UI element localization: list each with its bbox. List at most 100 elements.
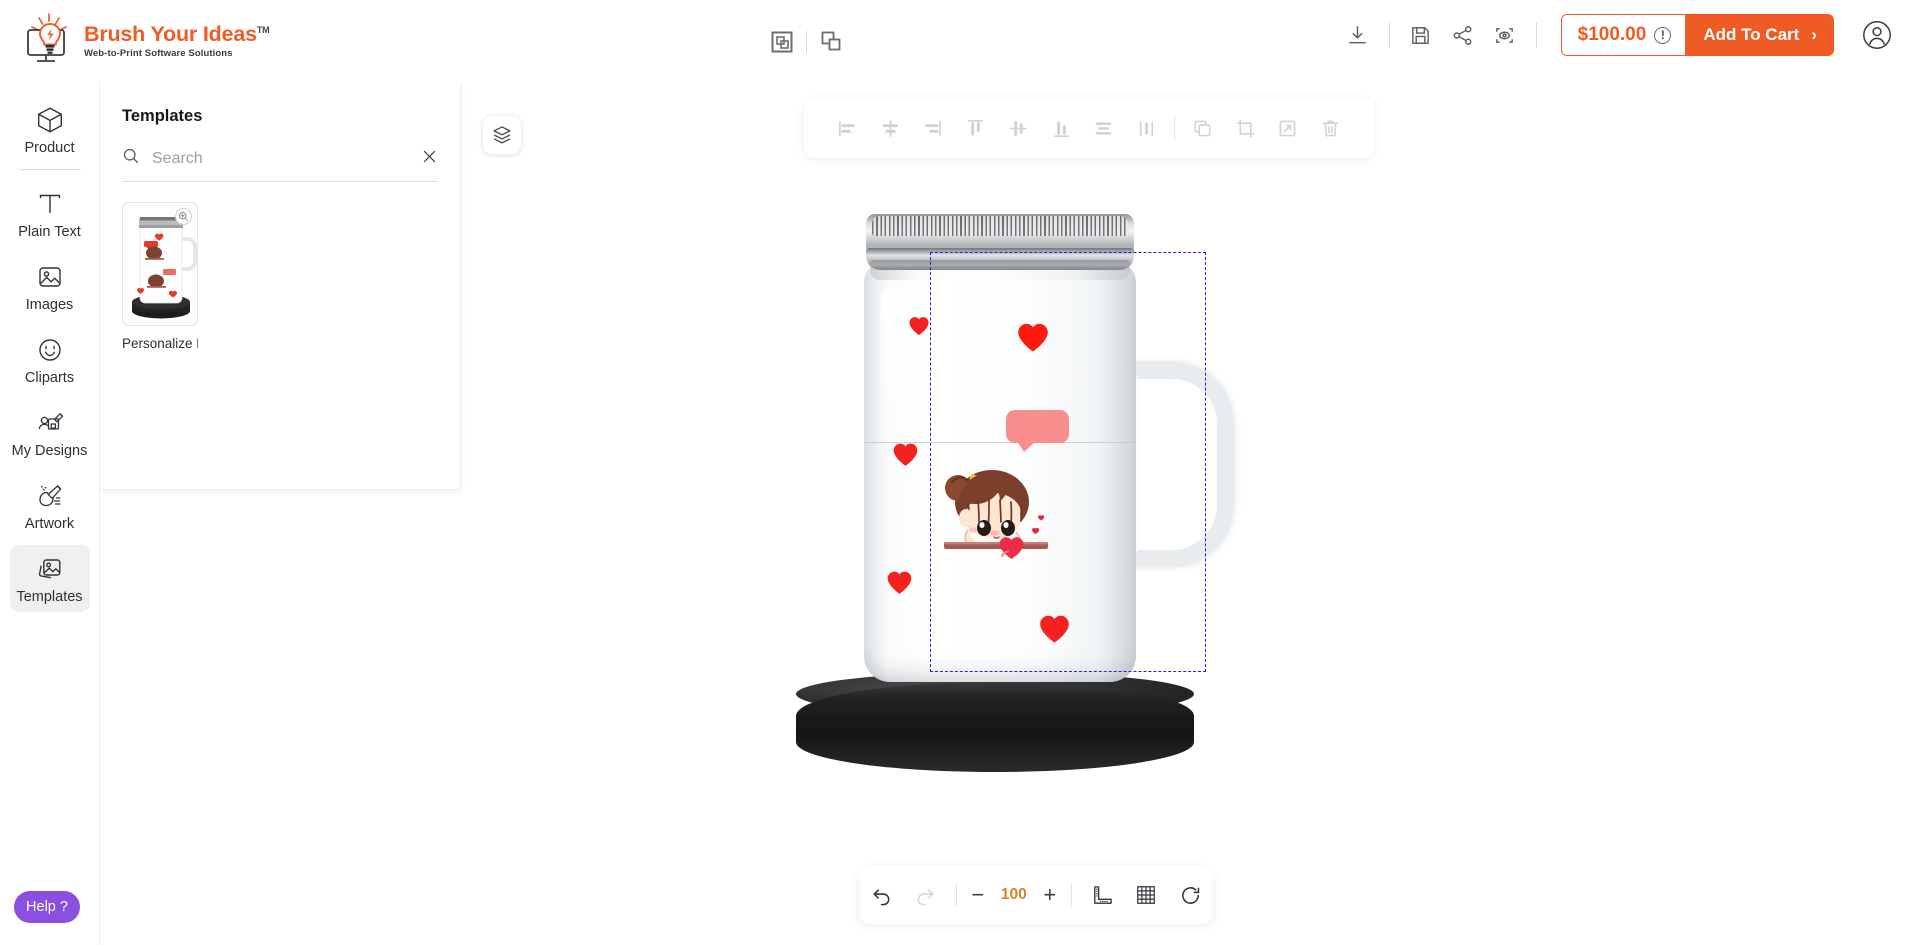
ruler-icon <box>1090 884 1113 907</box>
sidebar-item-images[interactable]: Images <box>10 253 90 320</box>
brand-logo[interactable]: Brush Your IdeasTM Web-to-Print Software… <box>24 12 269 66</box>
price-cart-group: $100.00 ! Add To Cart › <box>1561 14 1834 56</box>
header-divider-2 <box>1536 22 1537 48</box>
delete-icon[interactable] <box>1309 108 1352 148</box>
align-center-vertical-icon[interactable] <box>997 108 1040 148</box>
template-card[interactable]: Personalize Mason … <box>122 202 198 351</box>
redo-button[interactable] <box>903 874 947 916</box>
smiley-icon <box>35 335 65 365</box>
download-icon[interactable] <box>1337 15 1379 55</box>
align-bottom-icon[interactable] <box>1040 108 1083 148</box>
share-icon[interactable] <box>1442 15 1484 55</box>
speech-bubble[interactable] <box>1006 410 1069 443</box>
align-right-icon[interactable] <box>912 108 955 148</box>
sidebar-item-cliparts[interactable]: Cliparts <box>10 326 90 393</box>
header-divider <box>1389 22 1390 48</box>
grid-button[interactable] <box>1124 874 1168 916</box>
align-top-icon[interactable] <box>954 108 997 148</box>
align-left-icon[interactable] <box>826 108 869 148</box>
sidebar-item-label: Templates <box>16 589 82 605</box>
align-center-horizontal-icon[interactable] <box>869 108 912 148</box>
header-actions: $100.00 ! Add To Cart › <box>1337 14 1898 56</box>
crop-icon[interactable] <box>1224 108 1267 148</box>
toolbar-divider <box>806 31 807 53</box>
sidebar-item-label: Product <box>25 140 75 156</box>
undo-button[interactable] <box>859 874 903 916</box>
templates-icon <box>35 554 65 584</box>
image-icon <box>35 262 65 292</box>
brand-wordmark: Brush Your IdeasTM Web-to-Print Software… <box>84 20 269 58</box>
product-mason-jar-mug[interactable] <box>796 192 1226 772</box>
sidebar-item-label: My Designs <box>12 443 88 459</box>
jar-lid-knurling <box>872 216 1128 236</box>
template-thumbnail[interactable] <box>122 202 198 326</box>
search-input[interactable] <box>152 150 409 168</box>
templates-panel-body: Templates <box>100 82 461 490</box>
sidebar-item-product[interactable]: Product <box>10 96 90 163</box>
panel-title: Templates <box>100 82 460 126</box>
heart-icon <box>892 442 919 467</box>
save-icon[interactable] <box>1400 15 1442 55</box>
jar-lid-band <box>866 248 1134 255</box>
align-toolbar <box>804 98 1374 158</box>
undo-icon <box>870 884 893 907</box>
designer-app: Brush Your IdeasTM Web-to-Print Software… <box>0 0 1918 945</box>
question-mark-icon: ? <box>60 899 68 915</box>
account-avatar-icon[interactable] <box>1856 14 1898 56</box>
price-info-icon[interactable]: ! <box>1654 27 1671 44</box>
single-view-icon[interactable] <box>762 23 802 61</box>
add-to-cart-button[interactable]: Add To Cart › <box>1685 15 1833 55</box>
clear-search-icon[interactable] <box>421 148 438 170</box>
heart-decor[interactable] <box>1038 614 1071 649</box>
heart-icon <box>1038 614 1071 644</box>
chibi-girl-art <box>932 458 1057 578</box>
heart-decor[interactable] <box>886 570 913 600</box>
grid-icon <box>1135 884 1157 906</box>
reset-button[interactable] <box>1169 874 1213 916</box>
design-canvas[interactable]: − 100 + <box>461 82 1918 945</box>
brand-name: Brush Your IdeasTM <box>84 24 269 46</box>
sidebar-item-label: Artwork <box>25 516 74 532</box>
search-icon <box>122 147 140 170</box>
chevron-right-icon: › <box>1811 25 1817 45</box>
ruler-button[interactable] <box>1080 874 1124 916</box>
sidebar-item-templates[interactable]: Templates <box>10 545 90 612</box>
zoom-level-value: 100 <box>995 886 1033 904</box>
preview-icon[interactable] <box>1484 15 1526 55</box>
distribute-vertical-icon[interactable] <box>1125 108 1168 148</box>
sidebar-item-artwork[interactable]: Artwork <box>10 472 90 539</box>
zoom-out-button[interactable]: − <box>965 884 991 906</box>
text-icon <box>35 189 65 219</box>
multi-view-icon[interactable] <box>811 23 851 61</box>
canvas-bottom-toolbar: − 100 + <box>859 866 1213 924</box>
toolbar-divider <box>956 883 957 907</box>
heart-icon <box>1016 322 1050 353</box>
app-header: Brush Your IdeasTM Web-to-Print Software… <box>0 0 1918 82</box>
chibi-girl-clipart[interactable] <box>932 458 1057 583</box>
duplicate-icon[interactable] <box>1181 108 1224 148</box>
heart-decor[interactable] <box>908 316 930 341</box>
heart-decor[interactable] <box>1016 322 1050 358</box>
heart-decor[interactable] <box>892 442 919 472</box>
templates-panel: Templates <box>100 82 461 945</box>
refresh-icon <box>1179 884 1202 907</box>
sidebar-item-my-designs[interactable]: My Designs <box>10 399 90 466</box>
toolbar-divider <box>1174 115 1175 141</box>
help-button[interactable]: Help ? <box>14 891 80 923</box>
resize-icon[interactable] <box>1266 108 1309 148</box>
add-to-cart-label: Add To Cart <box>1703 25 1799 45</box>
templates-grid: Personalize Mason … <box>100 182 460 351</box>
product-stage[interactable] <box>461 82 1918 945</box>
lightbulb-monitor-logo-icon <box>24 12 76 66</box>
distribute-horizontal-icon[interactable] <box>1083 108 1126 148</box>
zoom-preview-icon[interactable] <box>175 208 192 225</box>
toolbar-divider-2 <box>1071 883 1072 907</box>
redo-icon <box>914 884 937 907</box>
brand-tagline: Web-to-Print Software Solutions <box>84 49 269 59</box>
sidebar-item-plain-text[interactable]: Plain Text <box>10 180 90 247</box>
zoom-in-button[interactable]: + <box>1037 884 1063 906</box>
trademark-mark: TM <box>257 25 270 35</box>
search-row <box>122 146 438 182</box>
layers-button[interactable] <box>483 116 521 154</box>
price-value: $100.00 <box>1578 24 1647 46</box>
